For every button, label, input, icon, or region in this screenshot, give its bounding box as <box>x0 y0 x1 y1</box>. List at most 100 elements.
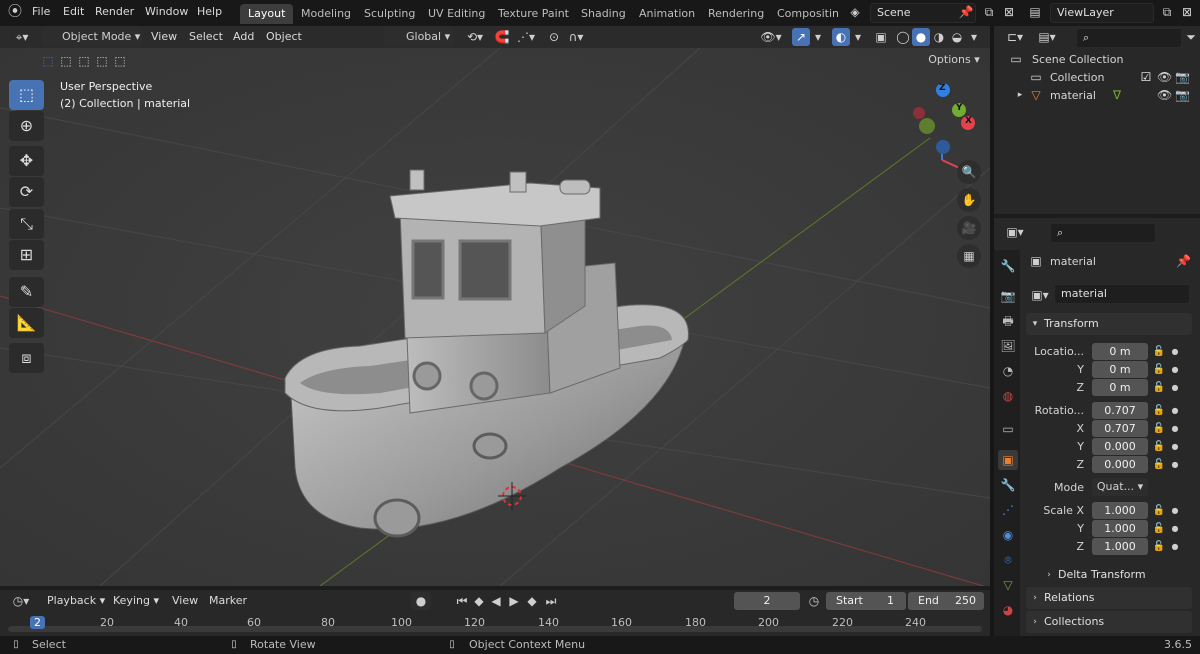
particles-properties-icon[interactable]: ⋰ <box>998 500 1018 520</box>
snap-target-icon[interactable]: ⋰▾ <box>513 28 539 46</box>
render-properties-icon[interactable]: 📷 <box>998 286 1018 306</box>
menu-select[interactable]: Select <box>189 30 223 43</box>
scale-x-field[interactable]: 1.000 <box>1092 502 1148 519</box>
select-subtract-icon[interactable]: ⬚ <box>76 52 92 70</box>
lock-icon[interactable]: 🔓 <box>1152 520 1166 538</box>
3d-viewport[interactable]: Z Y X ⬚ ⬚ ⬚ ⬚ ⬚ User Perspective (2) Col… <box>0 48 990 586</box>
gizmo-dropdown-icon[interactable]: ▾ <box>812 28 824 46</box>
menu-add[interactable]: Add <box>233 30 254 43</box>
solid-shading-icon[interactable]: ● <box>912 28 930 46</box>
lock-icon[interactable]: 🔓 <box>1152 361 1166 379</box>
overlays-dropdown-icon[interactable]: ▾ <box>852 28 864 46</box>
constraints-properties-icon[interactable]: ⌾ <box>998 550 1018 570</box>
location-z-field[interactable]: 0 m <box>1092 379 1148 396</box>
tool-properties-icon[interactable]: 🔧 <box>998 256 1018 276</box>
lock-icon[interactable]: 🔓 <box>1152 379 1166 397</box>
rotation-y-field[interactable]: 0.000 <box>1092 438 1148 455</box>
rendered-shading-icon[interactable]: ◒ <box>948 28 966 46</box>
location-x-field[interactable]: 0 m <box>1092 343 1148 360</box>
tool-add-cube[interactable]: ⧈ <box>9 343 44 373</box>
rotation-x-field[interactable]: 0.707 <box>1092 420 1148 437</box>
menu-object[interactable]: Object <box>266 30 302 43</box>
zoom-icon[interactable]: 🔍 <box>957 160 981 184</box>
camera-view-icon[interactable]: 🎥 <box>957 216 981 240</box>
menu-keying[interactable]: Keying ▾ <box>113 594 159 607</box>
material-shading-icon[interactable]: ◑ <box>930 28 948 46</box>
tool-measure[interactable]: 📐 <box>9 308 44 338</box>
filter-icon[interactable]: ⏷ <box>1184 28 1198 46</box>
collection-label[interactable]: Collection <box>1050 71 1104 84</box>
lock-icon[interactable]: 🔓 <box>1152 502 1166 520</box>
view-layer-properties-icon[interactable]: 🖼 <box>998 336 1018 356</box>
expand-arrow-icon[interactable]: ▸ <box>1014 86 1026 104</box>
shading-dropdown-icon[interactable]: ▾ <box>968 28 980 46</box>
world-properties-icon[interactable]: ◍ <box>998 386 1018 406</box>
editor-type-icon[interactable]: ⌖▾ <box>10 28 34 46</box>
rotation-z-field[interactable]: 0.000 <box>1092 456 1148 473</box>
collections-header[interactable]: Collections <box>1026 611 1192 633</box>
tool-select-box[interactable]: ⬚ <box>9 80 44 110</box>
object-eye-icon[interactable]: 👁 <box>1157 86 1172 104</box>
tool-rotate[interactable]: ⟳ <box>9 177 44 207</box>
physics-properties-icon[interactable]: ◉ <box>998 525 1018 545</box>
material-properties-icon[interactable]: ◕ <box>998 600 1018 620</box>
scene-icon[interactable]: ◈ <box>845 3 865 21</box>
relations-header[interactable]: Relations <box>1026 587 1192 609</box>
select-intersect-icon[interactable]: ⬚ <box>112 52 128 70</box>
tool-transform[interactable]: ⊞ <box>9 240 44 270</box>
rotation-w-field[interactable]: 0.707 <box>1092 402 1148 419</box>
new-scene-icon[interactable]: ⧉ <box>980 3 998 21</box>
tab-layout[interactable]: Layout <box>240 4 294 24</box>
keyframe-dot-icon[interactable]: ● <box>1170 379 1180 397</box>
record-icon[interactable]: ● <box>411 592 431 610</box>
outliner-search-field[interactable]: ⌕ <box>1076 28 1182 48</box>
delete-viewlayer-icon[interactable]: ⊠ <box>1178 3 1196 21</box>
keyframe-dot-icon[interactable]: ● <box>1170 538 1180 556</box>
tab-modeling[interactable]: Modeling <box>293 4 359 24</box>
lock-icon[interactable]: 🔓 <box>1152 402 1166 420</box>
object-name-field[interactable]: material <box>1054 284 1190 304</box>
object-camera-icon[interactable]: 📷 <box>1175 86 1190 104</box>
data-properties-icon[interactable]: ▽ <box>998 575 1018 595</box>
menu-timeline-view[interactable]: View <box>172 594 198 607</box>
rotation-mode-dropdown[interactable]: Quat... ▾ <box>1092 478 1148 496</box>
object-label[interactable]: material <box>1050 89 1096 102</box>
scene-collection-label[interactable]: Scene Collection <box>1032 53 1123 66</box>
new-viewlayer-icon[interactable]: ⧉ <box>1158 3 1176 21</box>
pin-icon[interactable]: 📌 <box>1176 252 1191 270</box>
keyframe-dot-icon[interactable]: ● <box>1170 343 1180 361</box>
select-invert-icon[interactable]: ⬚ <box>94 52 110 70</box>
tab-sculpting[interactable]: Sculpting <box>356 4 423 24</box>
lock-icon[interactable]: 🔓 <box>1152 343 1166 361</box>
tab-shading[interactable]: Shading <box>573 4 634 24</box>
tab-compositing[interactable]: Compositin <box>769 4 839 24</box>
keyframe-dot-icon[interactable]: ● <box>1170 361 1180 379</box>
pan-hand-icon[interactable]: ✋ <box>957 188 981 212</box>
options-button[interactable]: Options ▾ <box>924 50 984 70</box>
transform-panel-header[interactable]: Transform <box>1026 313 1192 335</box>
snap-icon[interactable]: 🧲 <box>493 28 511 46</box>
collection-checkbox-icon[interactable]: ☑ <box>1139 68 1153 86</box>
pin-icon[interactable]: 📌 <box>958 3 974 21</box>
ortho-toggle-icon[interactable]: ▦ <box>957 244 981 268</box>
tool-cursor[interactable]: ⊕ <box>9 111 44 141</box>
collection-properties-icon[interactable]: ▭ <box>998 419 1018 439</box>
menu-window[interactable]: Window <box>145 5 188 18</box>
tool-move[interactable]: ✥ <box>9 146 44 176</box>
modifier-properties-icon[interactable]: 🔧 <box>998 475 1018 495</box>
display-mode-icon[interactable]: ▤▾ <box>1034 28 1060 46</box>
menu-view[interactable]: View <box>151 30 177 43</box>
delete-scene-icon[interactable]: ⊠ <box>1000 3 1018 21</box>
keyframe-dot-icon[interactable]: ● <box>1170 520 1180 538</box>
clock-icon[interactable]: ◷ <box>806 592 822 610</box>
timeline-editor-icon[interactable]: ◷▾ <box>8 592 34 610</box>
viewlayer-name-field[interactable]: ViewLayer <box>1050 3 1154 23</box>
keyframe-dot-icon[interactable]: ● <box>1170 420 1180 438</box>
transform-orientation[interactable]: Global ▾ <box>384 27 454 47</box>
lock-icon[interactable]: 🔓 <box>1152 456 1166 474</box>
falloff-icon[interactable]: ∩▾ <box>565 28 587 46</box>
keyframe-dot-icon[interactable]: ● <box>1170 438 1180 456</box>
select-box-icon[interactable]: ⬚ <box>40 52 56 70</box>
outliner-editor-icon[interactable]: ⊏▾ <box>1002 28 1028 46</box>
keyframe-dot-icon[interactable]: ● <box>1170 456 1180 474</box>
